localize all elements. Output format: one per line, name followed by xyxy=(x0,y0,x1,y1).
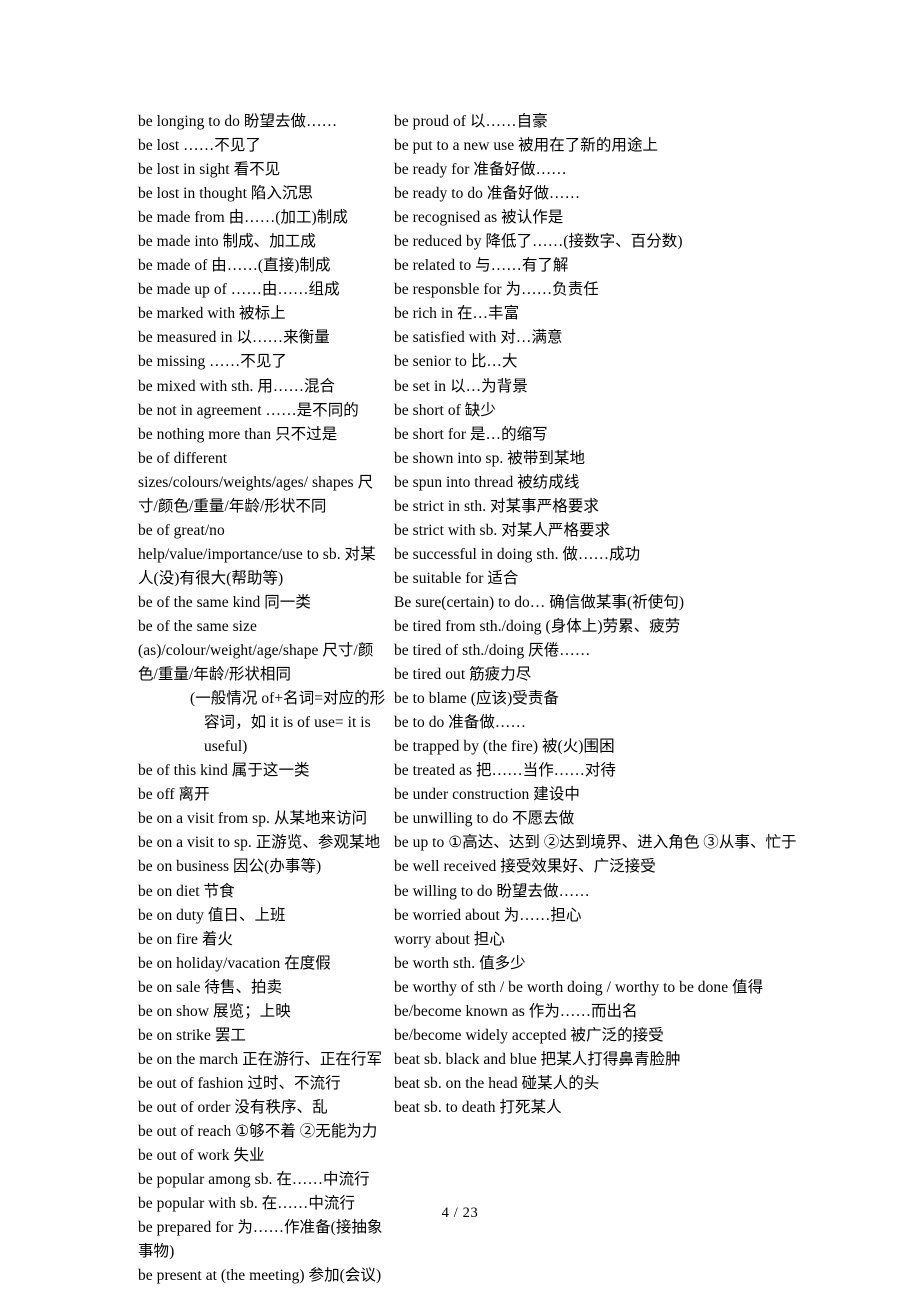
phrase-entry: be of the same kind 同一类 xyxy=(138,593,311,611)
phrase-entry: be unwilling to do 不愿去做 xyxy=(394,810,575,828)
phrase-entry: be well received 接受效果好、广泛接受 xyxy=(394,858,656,876)
phrase-entry: be/become known as 作为……而出名 xyxy=(394,1002,638,1020)
phrase-entry: be treated as 把……当作……对待 xyxy=(394,762,616,780)
phrase-entry: be suitable for 适合 xyxy=(394,569,519,587)
phrase-entry: be ready for 准备好做…… xyxy=(394,161,567,179)
phrase-entry: be strict in sth. 对某事严格要求 xyxy=(394,497,599,515)
phrase-entry: be on holiday/vacation 在度假 xyxy=(138,954,331,972)
phrase-entry: be senior to 比…大 xyxy=(394,353,518,371)
right-column: be proud of 以……自豪 be put to a new use 被用… xyxy=(392,110,920,1120)
phrase-entry: be to do 准备做…… xyxy=(394,714,527,732)
phrase-entry: be under construction 建设中 xyxy=(394,786,580,804)
phrase-entry: be on a visit to sp. 正游览、参观某地 xyxy=(138,834,381,852)
phrase-entry: be on a visit from sp. 从某地来访问 xyxy=(138,810,368,828)
phrase-entry: be tired of sth./doing 厌倦…… xyxy=(394,642,591,660)
two-column-body: be longing to do 盼望去做…… be lost ……不见了 be… xyxy=(0,110,920,1288)
grammar-note-line-1: (一般情况 of+名词=对应的形 xyxy=(190,690,386,708)
phrase-entry: be missing ……不见了 xyxy=(138,353,287,371)
phrase-entry: be worth sth. 值多少 xyxy=(394,954,526,972)
phrase-entry: be of great/no help/value/importance/use… xyxy=(138,521,376,587)
phrase-entry: be responsble for 为……负责任 xyxy=(394,281,599,299)
phrase-entry: be willing to do 盼望去做…… xyxy=(394,882,590,900)
phrase-entry: be worried about 为……担心 xyxy=(394,906,582,924)
phrase-entry: be present at (the meeting) 参加(会议) xyxy=(138,1267,382,1285)
phrase-entry: be on business 因公(办事等) xyxy=(138,858,322,876)
page-number-footer: 4 / 23 xyxy=(441,1205,479,1221)
phrase-entry: be put to a new use 被用在了新的用途上 xyxy=(394,137,659,155)
phrase-entry: be on duty 值日、上班 xyxy=(138,906,286,924)
phrase-entry: be on show 展览；上映 xyxy=(138,1002,291,1020)
phrase-entry: be worthy of sth / be worth doing / wort… xyxy=(394,978,764,996)
phrase-entry: worry about 担心 xyxy=(394,930,505,948)
phrase-entry: be made up of ……由……组成 xyxy=(138,281,340,299)
phrase-entry: be shown into sp. 被带到某地 xyxy=(394,449,586,467)
phrase-entry: beat sb. to death 打死某人 xyxy=(394,1098,562,1116)
phrase-entry: be successful in doing sth. 做……成功 xyxy=(394,545,641,563)
phrase-entry: be out of reach ①够不着 ②无能为力 xyxy=(138,1122,378,1140)
phrase-entry: be nothing more than 只不过是 xyxy=(138,425,338,443)
phrase-entry: be ready to do 准备好做…… xyxy=(394,185,581,203)
phrase-entry: beat sb. on the head 碰某人的头 xyxy=(394,1074,600,1092)
phrase-entry: be popular among sb. 在……中流行 xyxy=(138,1171,370,1189)
phrase-entry: be strict with sb. 对某人严格要求 xyxy=(394,521,611,539)
phrase-entry: be recognised as 被认作是 xyxy=(394,209,564,227)
phrase-entry: be of this kind 属于这一类 xyxy=(138,762,310,780)
phrase-entry: be rich in 在…丰富 xyxy=(394,305,520,323)
grammar-note-line-2: 容词，如 it is of use= it is useful) xyxy=(204,714,371,756)
phrase-entry: be on sale 待售、拍卖 xyxy=(138,978,283,996)
phrase-entry: be not in agreement ……是不同的 xyxy=(138,401,359,419)
phrase-entry: Be sure(certain) to do… 确信做某事(祈使句) xyxy=(394,593,685,611)
phrase-entry: be longing to do 盼望去做…… xyxy=(138,113,338,130)
phrase-entry: be made into 制成、加工成 xyxy=(138,233,316,251)
phrase-entry: be on the march 正在游行、正在行军 xyxy=(138,1050,383,1068)
phrase-entry: be set in 以…为背景 xyxy=(394,377,528,395)
phrase-entry: be marked with 被标上 xyxy=(138,305,286,323)
phrase-entry: be tired from sth./doing (身体上)劳累、疲劳 xyxy=(394,617,681,635)
phrase-entry: be short for 是…的缩写 xyxy=(394,425,548,443)
phrase-entry: be lost ……不见了 xyxy=(138,137,261,155)
phrase-entry: be made of 由……(直接)制成 xyxy=(138,257,331,275)
grammar-note: (一般情况 of+名词=对应的形 容词，如 it is of use= it i… xyxy=(138,687,388,759)
phrase-entry: be off 离开 xyxy=(138,786,210,804)
phrase-entry: be out of work 失业 xyxy=(138,1147,265,1165)
phrase-entry: be trapped by (the fire) 被(火)围困 xyxy=(394,738,615,756)
phrase-entry: beat sb. black and blue 把某人打得鼻青脸肿 xyxy=(394,1050,681,1068)
phrase-entry: be/become widely accepted 被广泛的接受 xyxy=(394,1026,664,1044)
phrase-entry: be prepared for 为……作准备(接抽象事物) xyxy=(138,1219,383,1261)
phrase-entry: be reduced by 降低了……(接数字、百分数) xyxy=(394,233,683,251)
phrase-entry: be on strike 罢工 xyxy=(138,1026,246,1044)
phrase-entry: be on fire 着火 xyxy=(138,930,233,948)
phrase-entry: be to blame (应该)受责备 xyxy=(394,690,559,708)
phrase-entry: be proud of 以……自豪 xyxy=(394,113,548,130)
phrase-entry: be mixed with sth. 用……混合 xyxy=(138,377,336,395)
phrase-entry: be short of 缺少 xyxy=(394,401,496,419)
phrase-entry: be of the same size (as)/colour/weight/a… xyxy=(138,617,374,684)
phrase-entry: be spun into thread 被纺成线 xyxy=(394,473,580,491)
phrase-entry: be lost in sight 看不见 xyxy=(138,161,281,179)
document-page: be longing to do 盼望去做…… be lost ……不见了 be… xyxy=(0,0,920,1302)
phrase-entry: be tired out 筋疲力尽 xyxy=(394,666,532,684)
phrase-entry: be lost in thought 陷入沉思 xyxy=(138,185,314,203)
left-column: be longing to do 盼望去做…… be lost ……不见了 be… xyxy=(0,110,392,1288)
phrase-entry: be made from 由……(加工)制成 xyxy=(138,209,348,227)
phrase-entry: be out of order 没有秩序、乱 xyxy=(138,1098,328,1116)
phrase-entry: be up to ①高达、达到 ②达到境界、进入角色 ③从事、忙于 xyxy=(394,834,797,852)
phrase-entry: be out of fashion 过时、不流行 xyxy=(138,1074,341,1092)
phrase-entry: be measured in 以……来衡量 xyxy=(138,329,330,347)
phrase-entry: be on diet 节食 xyxy=(138,882,235,900)
phrase-entry: be related to 与……有了解 xyxy=(394,257,569,275)
phrase-entry: be of different sizes/colours/weights/ag… xyxy=(138,449,374,515)
phrase-entry: be satisfied with 对…满意 xyxy=(394,329,563,347)
